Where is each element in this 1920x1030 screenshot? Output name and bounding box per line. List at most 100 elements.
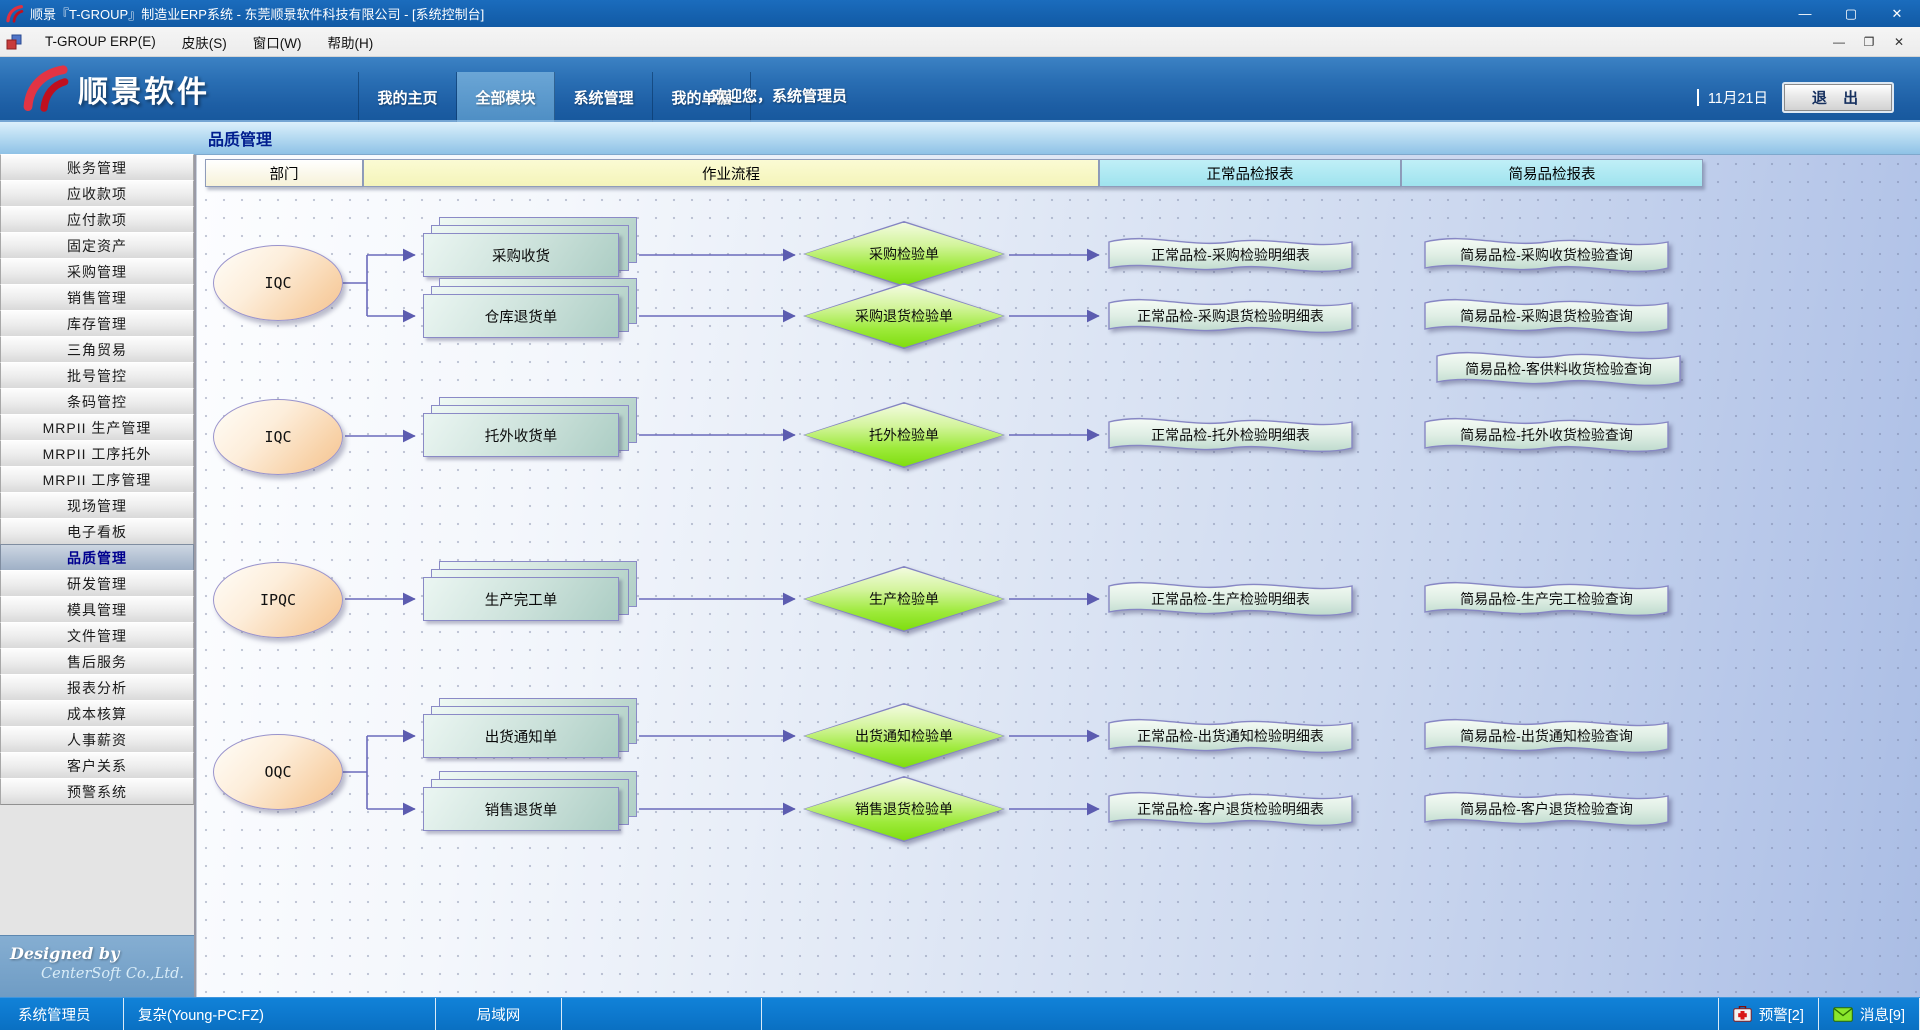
sidebar-item-23[interactable]: 客户关系	[0, 752, 194, 779]
simple-report-customer-return[interactable]: 简易品检-客户退货检验查询	[1423, 787, 1670, 831]
status-user: 系统管理员	[0, 998, 124, 1030]
sidebar-spacer	[0, 805, 194, 935]
sidebar-item-19[interactable]: 售后服务	[0, 648, 194, 675]
inspection-diamond-purchase[interactable]: 采购检验单	[803, 221, 1005, 287]
sidebar-item-18[interactable]: 文件管理	[0, 622, 194, 649]
inspection-diamond-outsource[interactable]: 托外检验单	[803, 402, 1005, 468]
menu-bar: T-GROUP ERP(E) 皮肤(S) 窗口(W) 帮助(H) — ❐ ✕	[0, 27, 1920, 57]
sidebar-item-22[interactable]: 人事薪资	[0, 726, 194, 753]
sidebar-item-6[interactable]: 库存管理	[0, 310, 194, 337]
close-button[interactable]: ✕	[1874, 0, 1920, 27]
status-spacer-1	[562, 998, 762, 1030]
sidebar-item-14[interactable]: 电子看板	[0, 518, 194, 545]
sidebar-item-10[interactable]: MRPII 生产管理	[0, 414, 194, 441]
header-tabs: 我的主页 全部模块 系统管理 我的单据	[358, 72, 751, 122]
exit-button[interactable]: 退 出	[1784, 84, 1892, 111]
menu-item-help[interactable]: 帮助(H)	[315, 27, 387, 56]
inspection-diamond-shipping-notice[interactable]: 出货通知检验单	[803, 703, 1005, 769]
sidebar-item-15[interactable]: 品质管理	[0, 544, 194, 571]
simple-report-outsource-receipt[interactable]: 简易品检-托外收货检验查询	[1423, 413, 1670, 457]
status-station: 复杂(Young-PC:FZ)	[124, 998, 436, 1030]
process-box-warehouse-return[interactable]: 仓库退货单	[423, 294, 619, 338]
simple-report-purchase-return[interactable]: 简易品检-采购退货检验查询	[1423, 294, 1670, 338]
current-date: 11月21日	[1708, 87, 1768, 108]
status-spacer-2	[762, 998, 1719, 1030]
sidebar-item-11[interactable]: MRPII 工序托外	[0, 440, 194, 467]
module-title: 品质管理	[208, 126, 272, 150]
status-messages[interactable]: 消息[9]	[1819, 998, 1920, 1030]
sidebar-item-13[interactable]: 现场管理	[0, 492, 194, 519]
brand-name: 顺景软件	[78, 67, 210, 111]
normal-report-purchase-return[interactable]: 正常品检-采购退货检验明细表	[1107, 294, 1354, 338]
title-bar: 顺景『T-GROUP』制造业ERP系统 - 东莞顺景软件科技有限公司 - [系统…	[0, 0, 1920, 27]
designed-by-panel: Designed by CenterSoft Co.,Ltd.	[0, 935, 194, 997]
window-title: 顺景『T-GROUP』制造业ERP系统 - 东莞顺景软件科技有限公司 - [系统…	[30, 4, 484, 23]
minimize-button[interactable]: —	[1782, 0, 1828, 27]
department-ellipse-ipqc: IPQC	[213, 562, 343, 638]
date-divider	[1697, 89, 1699, 106]
normal-report-customer-return[interactable]: 正常品检-客户退货检验明细表	[1107, 787, 1354, 831]
sidebar-item-5[interactable]: 销售管理	[0, 284, 194, 311]
department-ellipse-oqc: OQC	[213, 734, 343, 810]
sidebar-item-1[interactable]: 应收款项	[0, 180, 194, 207]
status-bar: 系统管理员 复杂(Young-PC:FZ) 局域网 预警[2] 消息[9]	[0, 997, 1920, 1030]
sidebar-item-0[interactable]: 账务管理	[0, 154, 194, 181]
mdi-close-button[interactable]: ✕	[1886, 31, 1912, 53]
normal-report-outsource[interactable]: 正常品检-托外检验明细表	[1107, 413, 1354, 457]
simple-report-purchase-receipt[interactable]: 简易品检-采购收货检验查询	[1423, 233, 1670, 277]
normal-report-production[interactable]: 正常品检-生产检验明细表	[1107, 577, 1354, 621]
menu-item-skin[interactable]: 皮肤(S)	[169, 27, 240, 56]
module-title-bar: 品质管理	[0, 122, 1920, 155]
process-box-sales-return[interactable]: 销售退货单	[423, 787, 619, 831]
welcome-text: 欢迎您，系统管理员	[712, 85, 847, 106]
inspection-diamond-production[interactable]: 生产检验单	[803, 566, 1005, 632]
mdi-restore-button[interactable]: ❐	[1856, 31, 1882, 53]
mdi-window-icon	[6, 34, 22, 50]
sidebar-item-20[interactable]: 报表分析	[0, 674, 194, 701]
brand-logo: 顺景软件	[18, 65, 210, 113]
first-aid-kit-icon	[1733, 1006, 1752, 1022]
envelope-icon	[1833, 1007, 1853, 1022]
status-network: 局域网	[436, 998, 562, 1030]
inspection-diamond-sales-return[interactable]: 销售退货检验单	[803, 776, 1005, 842]
tab-my-home[interactable]: 我的主页	[359, 72, 457, 122]
simple-report-production-completion[interactable]: 简易品检-生产完工检验查询	[1423, 577, 1670, 621]
sidebar-item-3[interactable]: 固定资产	[0, 232, 194, 259]
menu-item-window[interactable]: 窗口(W)	[240, 27, 315, 56]
sidebar-item-17[interactable]: 模具管理	[0, 596, 194, 623]
app-logo-icon	[4, 4, 24, 24]
tab-system-management[interactable]: 系统管理	[555, 72, 653, 122]
sidebar-item-24[interactable]: 预警系统	[0, 778, 194, 805]
process-box-production-completion[interactable]: 生产完工单	[423, 577, 619, 621]
sidebar-item-2[interactable]: 应付款项	[0, 206, 194, 233]
normal-report-purchase[interactable]: 正常品检-采购检验明细表	[1107, 233, 1354, 277]
sidebar-item-9[interactable]: 条码管控	[0, 388, 194, 415]
sidebar-list: 账务管理应收款项应付款项固定资产采购管理销售管理库存管理三角贸易批号管控条码管控…	[0, 155, 194, 805]
tab-all-modules[interactable]: 全部模块	[457, 72, 555, 122]
flowchart-canvas: 部门 作业流程 正常品检报表 简易品检报表	[196, 155, 1920, 997]
brand-swoosh-icon	[18, 65, 70, 113]
app-header: 顺景软件 我的主页 全部模块 系统管理 我的单据 欢迎您，系统管理员 11月21…	[0, 57, 1920, 122]
mdi-minimize-button[interactable]: —	[1826, 31, 1852, 53]
company-name: CenterSoft Co.,Ltd.	[10, 966, 184, 982]
sidebar-item-8[interactable]: 批号管控	[0, 362, 194, 389]
sidebar-item-12[interactable]: MRPII 工序管理	[0, 466, 194, 493]
maximize-button[interactable]: ▢	[1828, 0, 1874, 27]
sidebar-item-4[interactable]: 采购管理	[0, 258, 194, 285]
process-box-outsource-receipt[interactable]: 托外收货单	[423, 413, 619, 457]
normal-report-shipping-notice[interactable]: 正常品检-出货通知检验明细表	[1107, 714, 1354, 758]
module-sidebar: 账务管理应收款项应付款项固定资产采购管理销售管理库存管理三角贸易批号管控条码管控…	[0, 155, 196, 997]
simple-report-shipping-notice[interactable]: 简易品检-出货通知检验查询	[1423, 714, 1670, 758]
inspection-diamond-purchase-return[interactable]: 采购退货检验单	[803, 283, 1005, 349]
sidebar-item-7[interactable]: 三角贸易	[0, 336, 194, 363]
menu-item-tgroup-erp[interactable]: T-GROUP ERP(E)	[32, 27, 169, 56]
department-ellipse-iqc-1: IQC	[213, 245, 343, 321]
designed-by-text: Designed by	[10, 944, 184, 963]
sidebar-item-16[interactable]: 研发管理	[0, 570, 194, 597]
process-box-purchase-receipt[interactable]: 采购收货	[423, 233, 619, 277]
sidebar-item-21[interactable]: 成本核算	[0, 700, 194, 727]
status-alerts[interactable]: 预警[2]	[1719, 998, 1819, 1030]
simple-report-customer-supplied[interactable]: 简易品检-客供料收货检验查询	[1435, 347, 1682, 391]
department-ellipse-iqc-2: IQC	[213, 399, 343, 475]
process-box-shipping-notice[interactable]: 出货通知单	[423, 714, 619, 758]
